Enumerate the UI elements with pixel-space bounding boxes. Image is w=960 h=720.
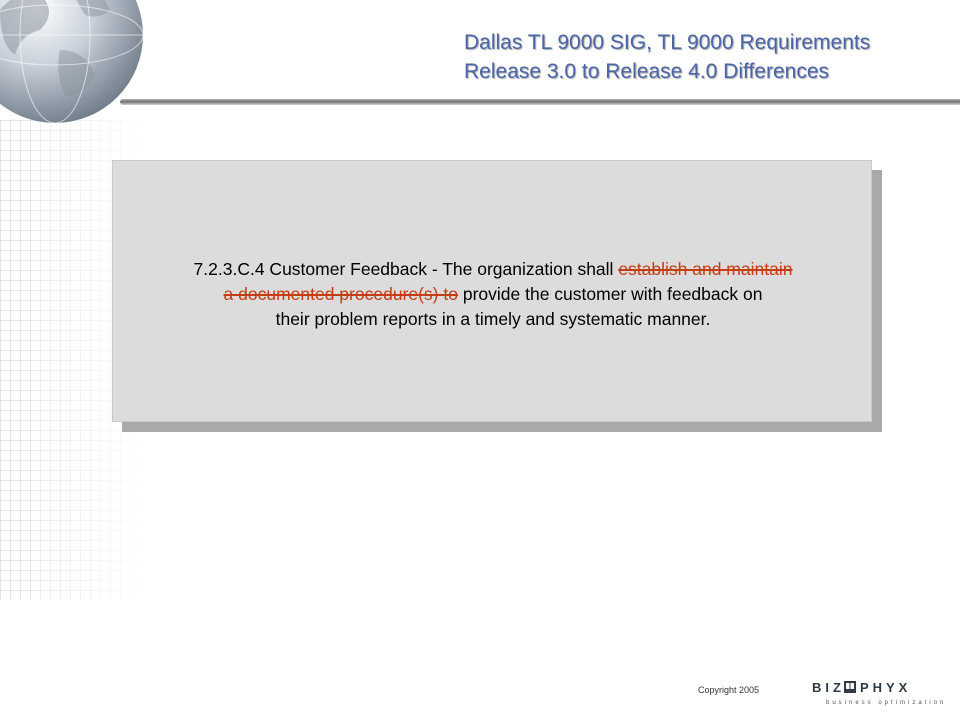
logo-tagline: business optimization — [826, 700, 947, 706]
globe-icon — [0, 0, 144, 124]
page-title: Dallas TL 9000 SIG, TL 9000 Requirements… — [464, 28, 954, 86]
title-line-2: Release 3.0 to Release 4.0 Differences — [464, 60, 829, 83]
text-plain: 7.2.3.C.4 Customer Feedback - The organi… — [193, 259, 619, 279]
header-divider — [120, 99, 960, 105]
book-icon — [843, 681, 856, 693]
text-line-1: 7.2.3.C.4 Customer Feedback - The organi… — [113, 257, 873, 282]
deleted-text: a documented procedure(s) to — [223, 284, 458, 304]
text-plain: provide the customer with feedback on — [457, 284, 763, 304]
text-line-3: their problem reports in a timely and sy… — [275, 309, 711, 329]
deleted-text: establish and maintain — [618, 259, 793, 279]
logo-wordmark: BIZ PHYX — [812, 680, 911, 695]
requirement-text: 7.2.3.C.4 Customer Feedback - The organi… — [113, 257, 873, 332]
text-line-2: a documented procedure(s) to provide the… — [113, 282, 873, 307]
copyright-text: Copyright 2005 — [698, 685, 760, 695]
bizphyx-logo: BIZ PHYX business optimization — [812, 680, 943, 710]
logo-right-text: PHYX — [859, 680, 912, 695]
content-card: 7.2.3.C.4 Customer Feedback - The organi… — [112, 160, 872, 422]
title-line-1: Dallas TL 9000 SIG, TL 9000 Requirements — [464, 31, 871, 54]
logo-left-text: BIZ — [812, 680, 845, 695]
